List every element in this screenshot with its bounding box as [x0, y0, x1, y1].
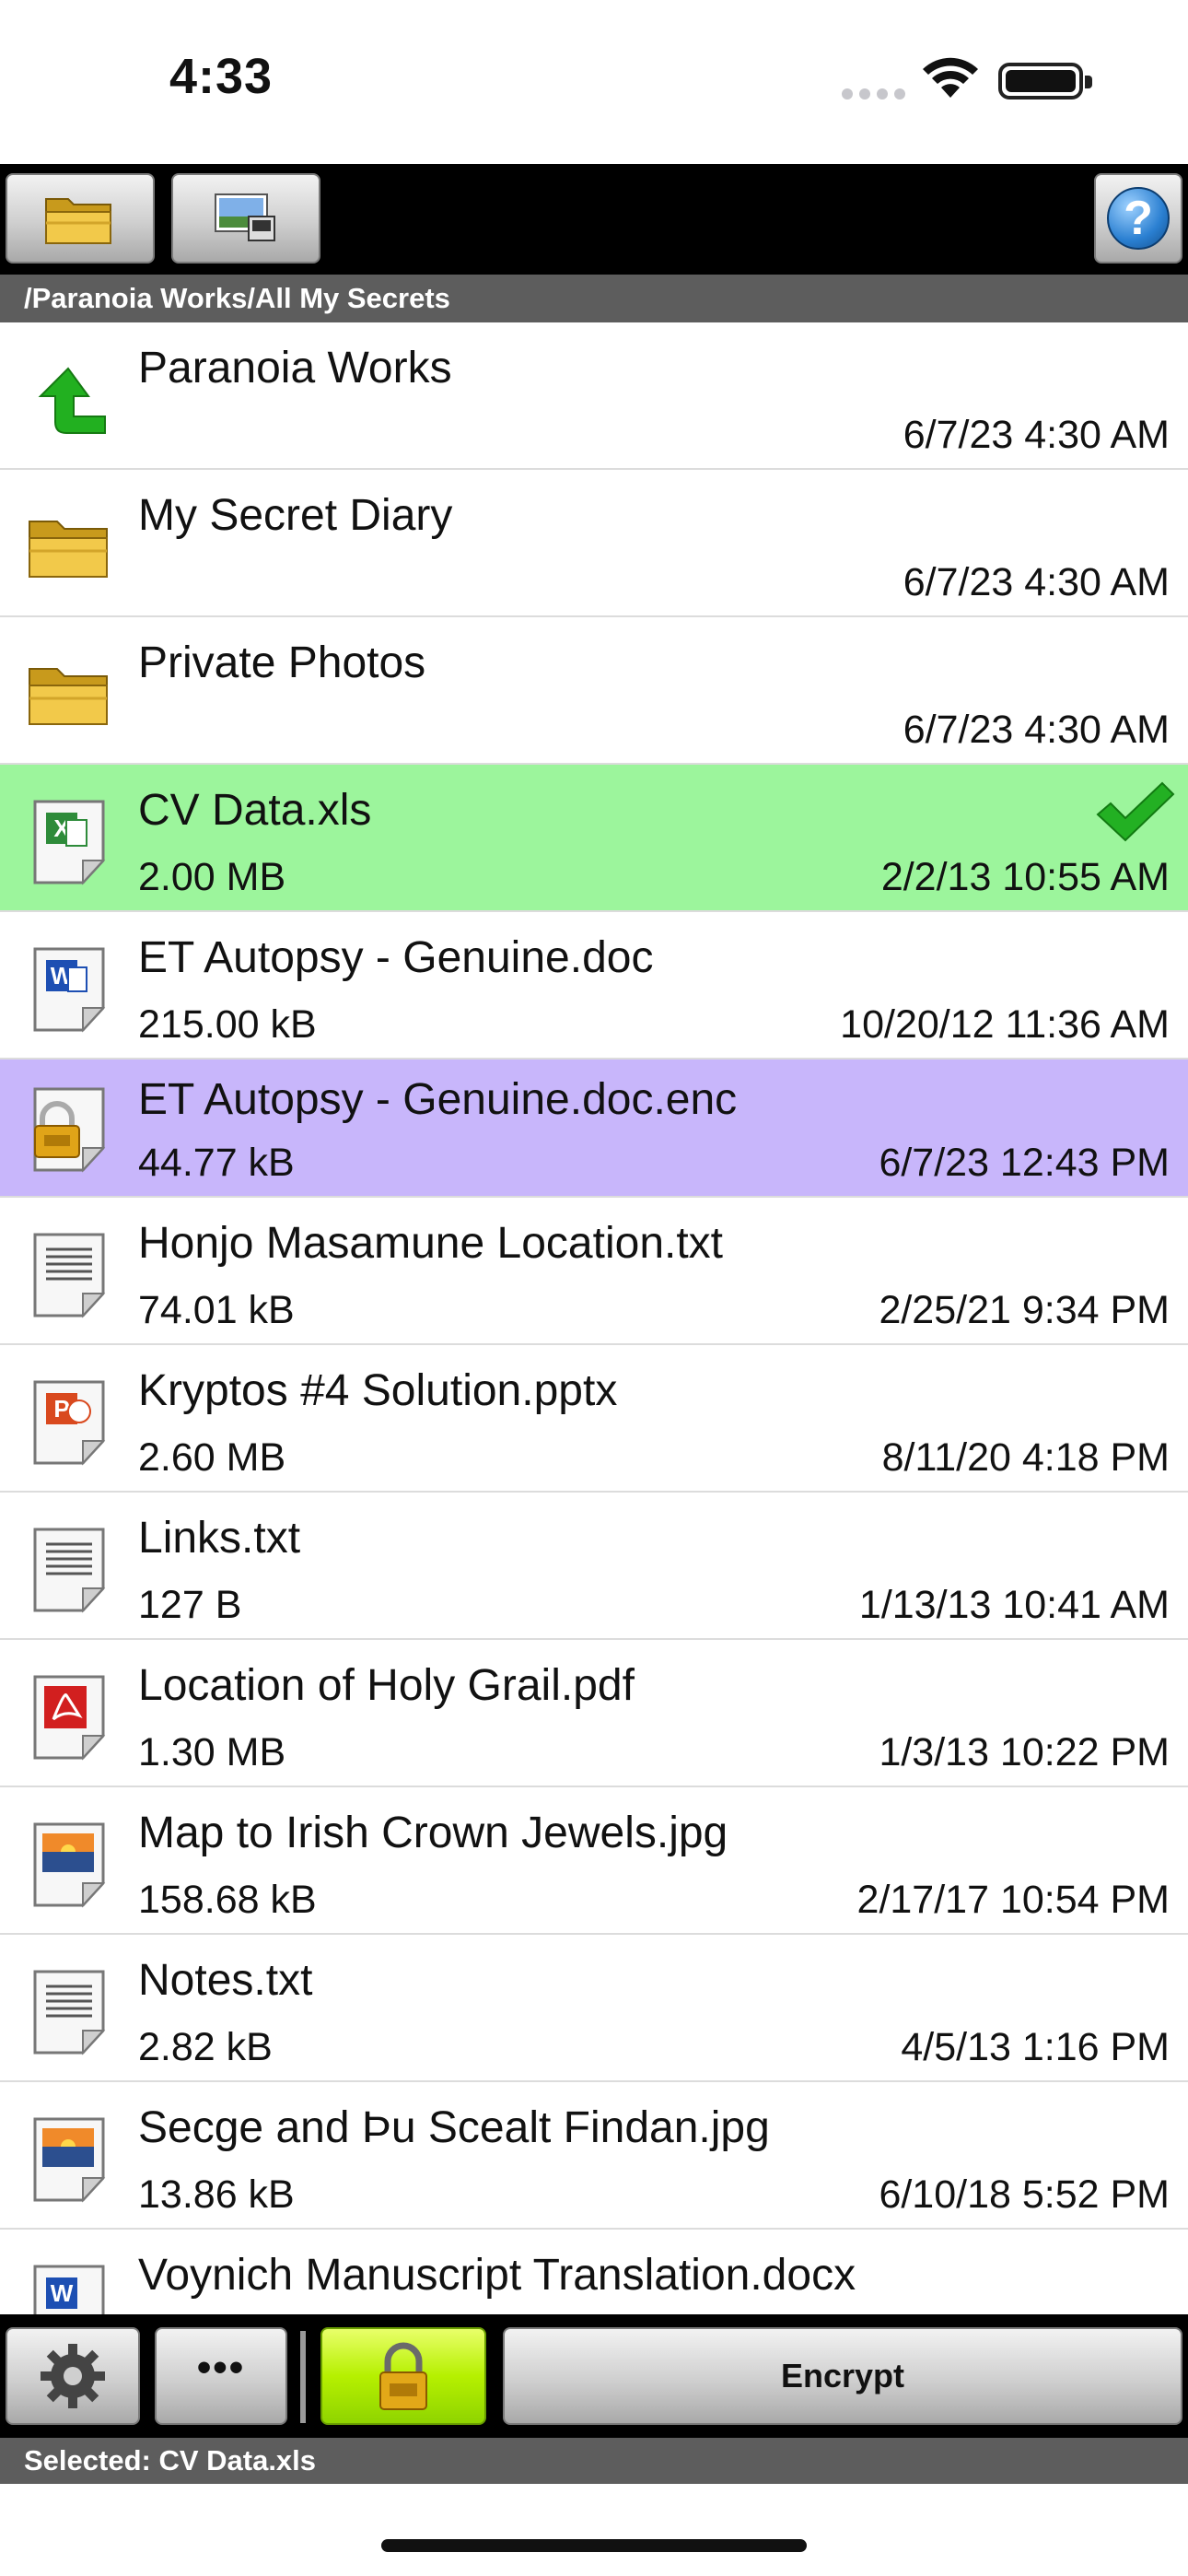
- file-size: 2.00 MB: [138, 855, 286, 899]
- file-date: 6/7/23 12:43 PM: [879, 1141, 1170, 1185]
- file-name: Private Photos: [138, 638, 426, 687]
- encrypt-button[interactable]: Encrypt: [503, 2327, 1182, 2425]
- selection-status: Selected: CV Data.xls: [0, 2438, 1188, 2484]
- lock-button[interactable]: [320, 2327, 486, 2425]
- powerpoint-file-icon: P: [33, 1380, 106, 1466]
- list-item[interactable]: Secge and Þu Scealt Findan.jpg 13.86 kB …: [0, 2082, 1188, 2230]
- file-date: 6/7/23 4:30 AM: [903, 560, 1170, 604]
- file-name: ET Autopsy - Genuine.doc: [138, 933, 654, 982]
- file-date: 2/17/17 10:54 PM: [856, 1878, 1170, 1922]
- lock-icon: [379, 2342, 427, 2410]
- help-icon: ?: [1107, 187, 1170, 250]
- text-file-icon: [33, 1233, 106, 1318]
- file-size: 74.01 kB: [138, 1288, 295, 1332]
- file-date: 1/3/13 10:22 PM: [879, 1730, 1170, 1774]
- text-file-icon: [33, 1528, 106, 1613]
- file-name: Links.txt: [138, 1514, 301, 1563]
- cellular-signal-icon: [842, 88, 905, 100]
- list-item-folder[interactable]: My Secret Diary 6/7/23 4:30 AM: [0, 470, 1188, 617]
- list-item[interactable]: Location of Holy Grail.pdf 1.30 MB 1/3/1…: [0, 1640, 1188, 1787]
- file-date: 2/2/13 10:55 AM: [880, 855, 1170, 899]
- file-date: 6/10/18 5:52 PM: [879, 2172, 1170, 2217]
- file-name: Map to Irish Crown Jewels.jpg: [138, 1809, 728, 1857]
- list-item-selected[interactable]: X CV Data.xls 2.00 MB 2/2/13 10:55 AM: [0, 765, 1188, 912]
- list-item[interactable]: Map to Irish Crown Jewels.jpg 158.68 kB …: [0, 1787, 1188, 1935]
- list-item[interactable]: Notes.txt 2.82 kB 4/5/13 1:16 PM: [0, 1935, 1188, 2082]
- folder-icon: [29, 668, 108, 725]
- word-file-icon: W: [33, 2265, 105, 2314]
- list-item[interactable]: Honjo Masamune Location.txt 74.01 kB 2/2…: [0, 1198, 1188, 1345]
- file-name: Kryptos #4 Solution.pptx: [138, 1366, 618, 1415]
- encrypt-button-label: Encrypt: [780, 2357, 905, 2395]
- folder-button[interactable]: [6, 173, 155, 263]
- photos-button[interactable]: [171, 173, 320, 263]
- file-date: 1/13/13 10:41 AM: [858, 1583, 1170, 1627]
- list-item[interactable]: P Kryptos #4 Solution.pptx 2.60 MB 8/11/…: [0, 1345, 1188, 1493]
- file-date: 8/11/20 4:18 PM: [881, 1435, 1170, 1480]
- file-size: 13.86 kB: [138, 2172, 295, 2217]
- list-item-parent-folder[interactable]: Paranoia Works 6/7/23 4:30 AM: [0, 322, 1188, 470]
- file-size: 215.00 kB: [138, 1002, 317, 1047]
- folder-icon: [29, 521, 108, 578]
- settings-button[interactable]: [6, 2327, 140, 2425]
- image-file-icon: [33, 1822, 106, 1908]
- list-item-encrypted[interactable]: ET Autopsy - Genuine.doc.enc 44.77 kB 6/…: [0, 1060, 1188, 1198]
- list-item[interactable]: W ET Autopsy - Genuine.doc 215.00 kB 10/…: [0, 912, 1188, 1060]
- file-name: Honjo Masamune Location.txt: [138, 1219, 724, 1268]
- folder-icon: [45, 198, 111, 244]
- file-name: Secge and Þu Scealt Findan.jpg: [138, 2103, 770, 2152]
- help-button[interactable]: ?: [1094, 173, 1182, 263]
- path-breadcrumb: /Paranoia Works/All My Secrets: [0, 275, 1188, 322]
- battery-icon: [998, 63, 1092, 100]
- file-size: 158.68 kB: [138, 1878, 317, 1922]
- file-size: 2.60 MB: [138, 1435, 286, 1480]
- file-size: 44.77 kB: [138, 1141, 295, 1185]
- list-item-folder[interactable]: Private Photos 6/7/23 4:30 AM: [0, 617, 1188, 765]
- list-item[interactable]: W Voynich Manuscript Translation.docx: [0, 2230, 1188, 2314]
- file-date: 6/7/23 4:30 AM: [903, 708, 1170, 752]
- text-file-icon: [33, 1970, 106, 2055]
- file-name: Voynich Manuscript Translation.docx: [138, 2251, 856, 2300]
- encrypted-file-icon: [33, 1087, 106, 1173]
- file-size: 1.30 MB: [138, 1730, 286, 1774]
- pdf-file-icon: [33, 1675, 106, 1761]
- status-time: 4:33: [169, 49, 274, 104]
- file-list[interactable]: Paranoia Works 6/7/23 4:30 AM My Secret …: [0, 322, 1188, 2314]
- toolbar-divider: [300, 2331, 306, 2423]
- file-name: ET Autopsy - Genuine.doc.enc: [138, 1075, 738, 1124]
- more-icon: •••: [196, 2345, 246, 2390]
- file-size: 2.82 kB: [138, 2025, 273, 2069]
- list-item[interactable]: Links.txt 127 B 1/13/13 10:41 AM: [0, 1493, 1188, 1640]
- file-size: 127 B: [138, 1583, 242, 1627]
- file-name: Paranoia Works: [138, 344, 452, 392]
- gear-icon: [41, 2344, 105, 2408]
- wifi-icon: [923, 57, 978, 98]
- more-button[interactable]: •••: [155, 2327, 287, 2425]
- svg-text:W: W: [51, 2279, 74, 2307]
- file-date: 6/7/23 4:30 AM: [903, 413, 1170, 457]
- file-date: 2/25/21 9:34 PM: [879, 1288, 1170, 1332]
- status-bar: 4:33: [0, 0, 1188, 164]
- up-arrow-icon: [38, 367, 106, 434]
- checkmark-icon: [1096, 781, 1175, 842]
- file-name: Location of Holy Grail.pdf: [138, 1661, 635, 1710]
- file-name: My Secret Diary: [138, 491, 453, 540]
- word-file-icon: W: [33, 947, 106, 1033]
- file-date: 4/5/13 1:16 PM: [901, 2025, 1170, 2069]
- svg-text:P: P: [53, 1395, 69, 1423]
- file-name: Notes.txt: [138, 1956, 313, 2005]
- image-file-icon: [33, 2117, 106, 2203]
- bottom-toolbar: ••• Encrypt: [0, 2314, 1188, 2438]
- excel-file-icon: X: [33, 800, 106, 885]
- file-date: 10/20/12 11:36 AM: [840, 1002, 1170, 1047]
- photos-icon: [215, 193, 275, 241]
- top-toolbar: ?: [0, 164, 1188, 275]
- file-name: CV Data.xls: [138, 786, 372, 835]
- home-indicator[interactable]: [381, 2539, 807, 2552]
